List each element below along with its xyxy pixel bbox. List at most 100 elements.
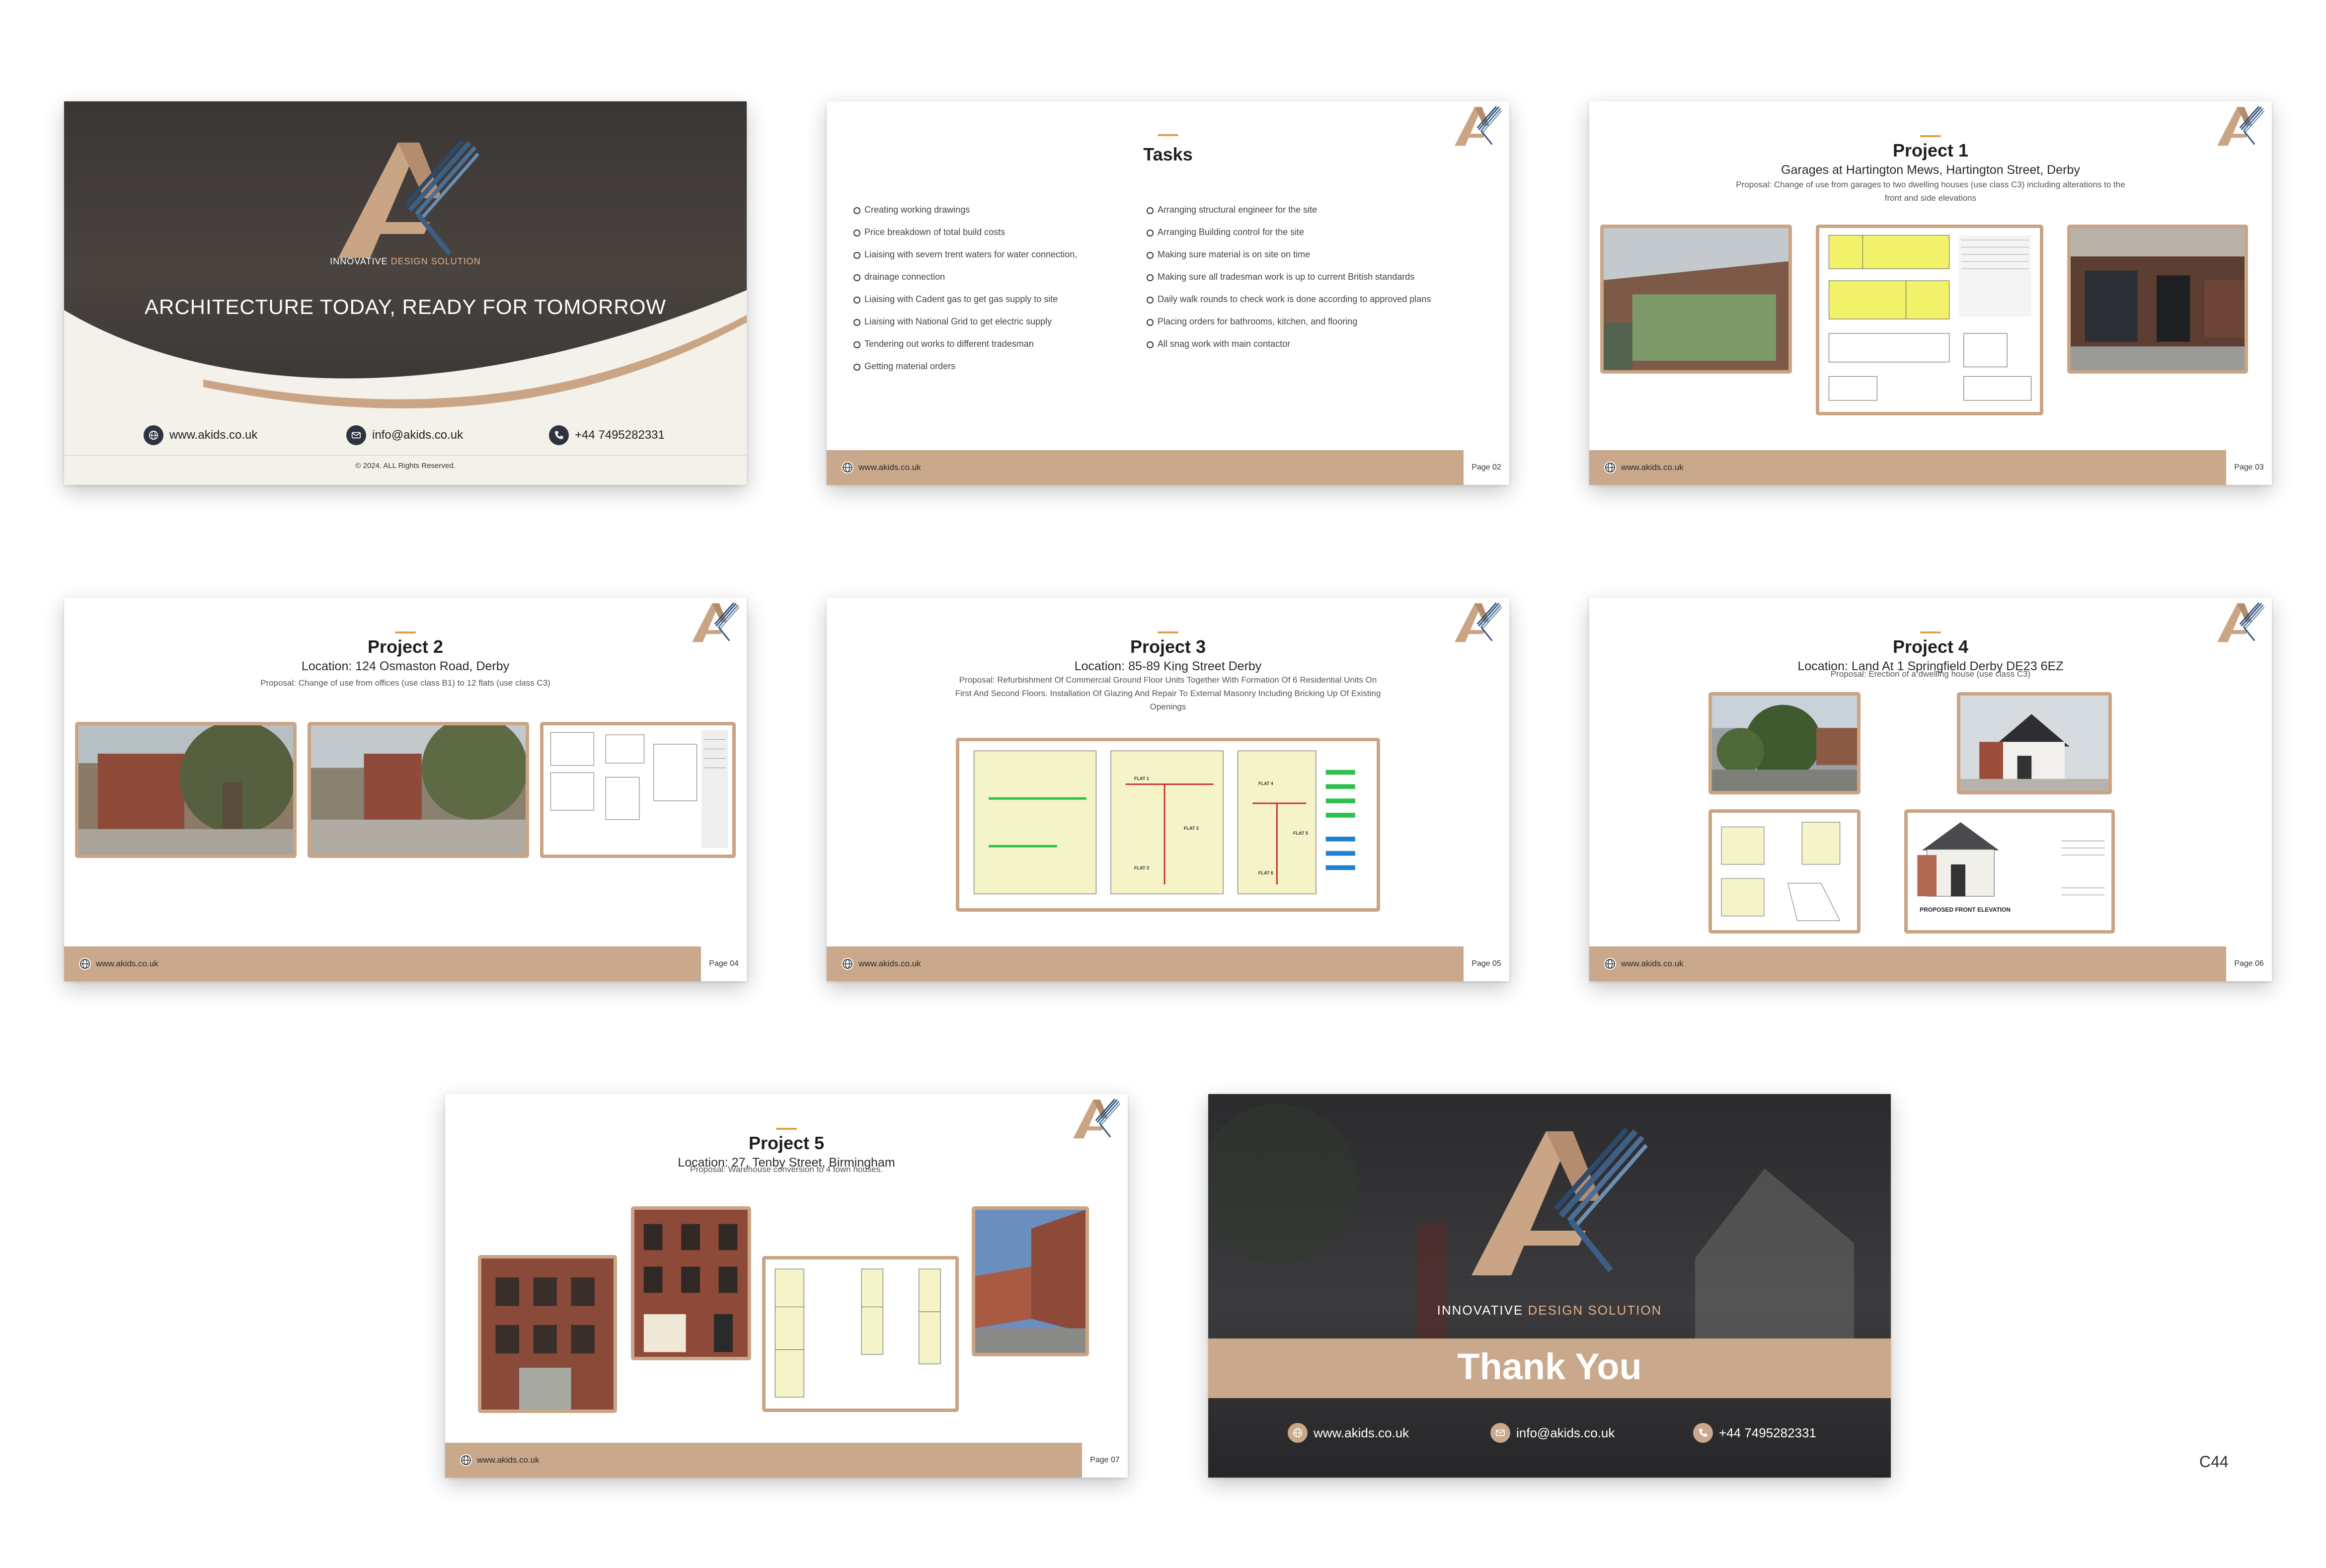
project-description: Proposal: Warehouse conversion to 4 town… xyxy=(690,1165,883,1174)
footer-website[interactable]: www.akids.co.uk xyxy=(477,1443,540,1478)
sheet-code: C44 xyxy=(2199,1453,2229,1471)
task-item: Creating working drawings xyxy=(852,199,1150,221)
thank-you-text: Thank You xyxy=(1457,1346,1642,1387)
project-description: Proposal: Erection of a dwelling house (… xyxy=(1830,669,2031,679)
project-photo xyxy=(972,1206,1089,1356)
footer-website[interactable]: www.akids.co.uk xyxy=(1621,946,1684,981)
closing-contacts: www.akids.co.uk info@akids.co.uk +44 749… xyxy=(1208,1423,1891,1443)
cover-tagline: INNOVATIVE DESIGN SOLUTION xyxy=(330,256,481,266)
task-item: Making sure all tradesman work is up to … xyxy=(1145,266,1443,288)
task-item: Daily walk rounds to check work is done … xyxy=(1145,288,1443,311)
page-number: Page 05 xyxy=(1464,946,1509,981)
project-photo xyxy=(308,722,529,858)
page-number: Page 04 xyxy=(701,946,747,981)
project-photo xyxy=(1708,692,1861,794)
title-accent xyxy=(776,1128,797,1130)
project-title: Project 3 xyxy=(1130,636,1206,657)
cover-logo-icon xyxy=(322,131,481,265)
project-photo xyxy=(631,1206,751,1360)
page-number: Page 02 xyxy=(1464,450,1509,485)
footer-website[interactable]: www.akids.co.uk xyxy=(858,946,921,981)
slide-footer: www.akids.co.uk Page 02 xyxy=(827,450,1509,485)
cover-contacts: www.akids.co.uk info@akids.co.uk +44 749… xyxy=(64,425,747,445)
globe-icon xyxy=(842,958,853,970)
globe-icon xyxy=(1604,462,1616,473)
closing-email[interactable]: info@akids.co.uk xyxy=(1490,1423,1615,1443)
project-subtitle: Location: 124 Osmaston Road, Derby xyxy=(301,659,510,673)
cover-heading: ARCHITECTURE TODAY, READY FOR TOMORROW xyxy=(144,295,667,318)
globe-icon xyxy=(460,1454,472,1466)
task-item: Placing orders for bathrooms, kitchen, a… xyxy=(1145,311,1443,333)
task-item: Liaising with severn trent waters for wa… xyxy=(852,243,1150,266)
flat-label: FLAT 1 xyxy=(1134,776,1149,781)
slide-project-2: Project 2 Location: 124 Osmaston Road, D… xyxy=(64,598,747,981)
phone-icon xyxy=(549,425,569,445)
closing-tagline: INNOVATIVE DESIGN SOLUTION xyxy=(1437,1303,1662,1318)
task-item: Liaising with National Grid to get elect… xyxy=(852,311,1150,333)
task-item: Getting material orders xyxy=(852,355,1150,378)
cover-phone[interactable]: +44 7495282331 xyxy=(549,425,665,445)
project-floor-plan xyxy=(540,722,736,858)
project-subtitle: Location: 85-89 King Street Derby xyxy=(1074,659,1262,673)
footer-website[interactable]: www.akids.co.uk xyxy=(96,946,158,981)
closing-phone[interactable]: +44 7495282331 xyxy=(1693,1423,1816,1443)
title-accent xyxy=(1920,135,1941,137)
mail-icon xyxy=(1490,1423,1510,1443)
cover-website[interactable]: www.akids.co.uk xyxy=(144,425,257,445)
title-accent xyxy=(1158,134,1178,136)
globe-icon xyxy=(144,425,163,445)
slide-footer: www.akids.co.uk Page 04 xyxy=(64,946,747,981)
flat-label: FLAT 4 xyxy=(1258,781,1273,786)
tasks-title: Tasks xyxy=(1143,144,1193,164)
project-photo xyxy=(75,722,297,858)
title-accent xyxy=(1158,631,1178,633)
task-item: Making sure material is on site on time xyxy=(1145,243,1443,266)
globe-icon xyxy=(1288,1423,1308,1443)
task-item: Arranging Building control for the site xyxy=(1145,221,1443,243)
slide-tasks: Tasks Creating working drawings Price br… xyxy=(827,101,1509,485)
task-item: drainage connection xyxy=(852,266,1150,288)
project-photo xyxy=(2067,225,2248,374)
project-elevation-drawing: PROPOSED FRONT ELEVATION xyxy=(1904,809,2115,934)
flat-label: FLAT 5 xyxy=(1293,831,1308,836)
task-item: Liaising with Cadent gas to get gas supp… xyxy=(852,288,1150,311)
footer-website[interactable]: www.akids.co.uk xyxy=(1621,450,1684,485)
project-floor-plan xyxy=(762,1256,959,1412)
closing-website[interactable]: www.akids.co.uk xyxy=(1288,1423,1409,1443)
elevation-label: PROPOSED FRONT ELEVATION xyxy=(1920,906,2011,913)
task-item: Arranging structural engineer for the si… xyxy=(1145,199,1443,221)
flat-label: FLAT 3 xyxy=(1134,865,1149,870)
project-description: Proposal: Refurbishment Of Commercial Gr… xyxy=(955,675,1381,711)
slide-footer: www.akids.co.uk Page 05 xyxy=(827,946,1509,981)
slide-project-3: Project 3 Location: 85-89 King Street De… xyxy=(827,598,1509,981)
slide-cover: INNOVATIVE DESIGN SOLUTION ARCHITECTURE … xyxy=(64,101,747,485)
cover-copyright: © 2024. ALL Rights Reserved. xyxy=(355,462,456,470)
mail-icon xyxy=(346,425,366,445)
footer-website[interactable]: www.akids.co.uk xyxy=(858,450,921,485)
globe-icon xyxy=(842,462,853,473)
page-number: Page 07 xyxy=(1082,1443,1128,1478)
project-photo xyxy=(478,1255,617,1413)
project-floor-plan xyxy=(1816,225,2043,415)
project-subtitle: Garages at Hartington Mews, Hartington S… xyxy=(1781,163,2080,177)
cover-divider xyxy=(64,455,747,456)
title-accent xyxy=(1920,631,1941,633)
slide-thank-you: INNOVATIVE DESIGN SOLUTION Thank You www… xyxy=(1208,1094,1891,1478)
flat-label: FLAT 6 xyxy=(1258,870,1273,875)
logo-icon xyxy=(1449,104,1503,147)
project-photo xyxy=(1600,225,1792,374)
task-item: Price breakdown of total build costs xyxy=(852,221,1150,243)
project-description: Proposal: Change of use from offices (us… xyxy=(260,678,550,688)
cover-email[interactable]: info@akids.co.uk xyxy=(346,425,463,445)
project-description: Proposal: Change of use from garages to … xyxy=(1736,180,2125,203)
project-floor-plan: FLAT 1 FLAT 2 FLAT 3 FLAT 4 FLAT 5 FLAT … xyxy=(956,738,1380,912)
title-accent xyxy=(395,631,416,633)
project-floor-plan xyxy=(1708,809,1861,934)
tasks-right-column: Arranging structural engineer for the si… xyxy=(1145,199,1443,355)
project-title: Project 1 xyxy=(1892,140,1969,160)
task-item: Tendering out works to different tradesm… xyxy=(852,333,1150,355)
page-number: Page 03 xyxy=(2226,450,2272,485)
project-title: Project 4 xyxy=(1892,636,1969,657)
slide-footer: www.akids.co.uk Page 06 xyxy=(1589,946,2272,981)
slide-project-1: Project 1 Garages at Hartington Mews, Ha… xyxy=(1589,101,2272,485)
